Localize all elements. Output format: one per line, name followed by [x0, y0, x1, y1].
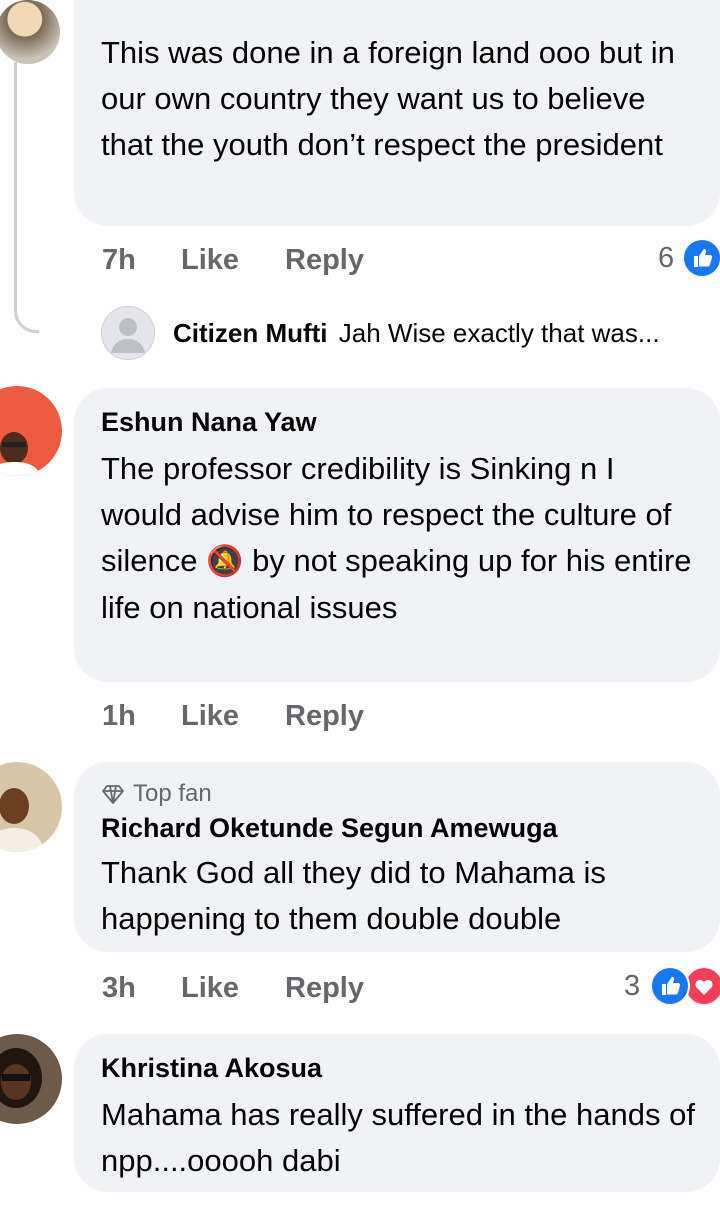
comment-author[interactable]: Khristina Akosua	[101, 1050, 698, 1086]
avatar[interactable]	[0, 386, 62, 476]
comment-text: Mahama has really suffered in the hands …	[101, 1097, 695, 1178]
comment-bubble: Top fan Richard Oketunde Segun Amewuga T…	[74, 762, 720, 952]
reply-author[interactable]: Citizen Mufti	[173, 318, 328, 348]
reaction-count[interactable]: 6	[658, 240, 674, 276]
comment-author[interactable]: Eshun Nana Yaw	[101, 404, 698, 440]
like-button[interactable]: Like	[181, 970, 239, 1006]
comment-author[interactable]: Richard Oketunde Segun Amewuga	[101, 810, 698, 846]
thumbs-up-reaction-icon[interactable]	[650, 966, 690, 1006]
avatar[interactable]	[0, 762, 62, 852]
reply-preview[interactable]: Citizen Mufti Jah Wise exactly that was.…	[173, 316, 720, 350]
like-button[interactable]: Like	[181, 698, 239, 734]
comment-text: Thank God all they did to Mahama is happ…	[101, 855, 606, 936]
thumbs-up-reaction-icon[interactable]	[682, 238, 720, 278]
thread-line	[14, 62, 39, 333]
reply-button[interactable]: Reply	[285, 242, 364, 278]
badge-label: Top fan	[133, 780, 212, 807]
comment-text: This was done in a foreign land ooo but …	[101, 35, 675, 162]
comment-text: The professor credibility is Sinking n I…	[101, 446, 701, 631]
reaction-count[interactable]: 3	[624, 968, 640, 1004]
reply-button[interactable]: Reply	[285, 970, 364, 1006]
diamond-icon	[101, 782, 125, 806]
muted-bell-icon: 🔕	[206, 545, 244, 578]
reply-button[interactable]: Reply	[285, 698, 364, 734]
reply-text: Jah Wise exactly that was...	[338, 318, 660, 348]
comment-bubble: This was done in a foreign land ooo but …	[74, 0, 720, 226]
comment-time[interactable]: 3h	[102, 970, 136, 1006]
like-button[interactable]: Like	[181, 242, 239, 278]
avatar[interactable]	[0, 0, 60, 64]
comment-time[interactable]: 1h	[102, 698, 136, 734]
avatar[interactable]	[0, 1034, 62, 1124]
reply-avatar[interactable]	[101, 306, 155, 360]
top-fan-badge: Top fan	[101, 778, 698, 810]
comment-time[interactable]: 7h	[102, 242, 136, 278]
comment-bubble: Eshun Nana Yaw The professor credibility…	[74, 388, 720, 682]
comment-bubble: Khristina Akosua Mahama has really suffe…	[74, 1034, 720, 1192]
